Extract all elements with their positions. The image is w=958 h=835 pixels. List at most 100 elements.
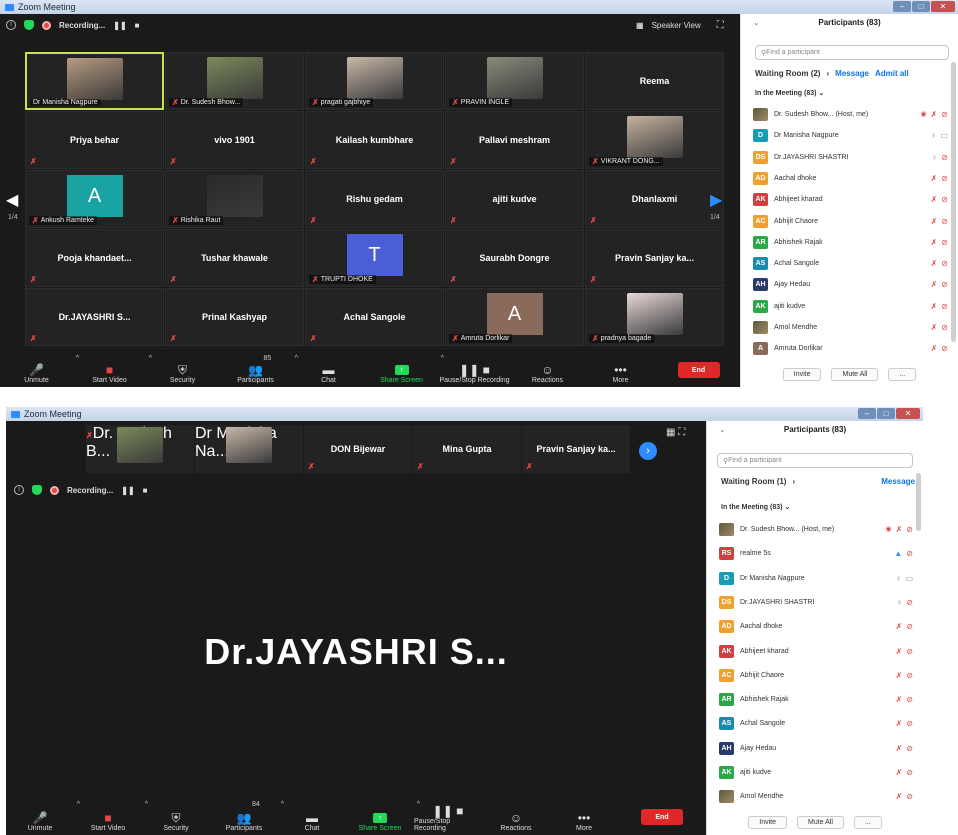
participant-tile[interactable]: ✗ pragati gajbhiye: [305, 52, 444, 110]
maximize-button[interactable]: □: [912, 1, 930, 12]
participant-list-item[interactable]: D Dr Manisha Nagpure ♀ ▭: [707, 571, 923, 585]
participant-tile[interactable]: A ✗ Ankush Ramteke: [25, 170, 164, 228]
invite-button[interactable]: Invite: [782, 368, 822, 381]
participant-list-item[interactable]: Dr. Sudesh Bhow... (Host, me) ◉ ✗ ⊘: [741, 108, 958, 121]
thumbnail-tile[interactable]: ✗Dr. Sudesh B...: [86, 425, 194, 473]
mute-all-button[interactable]: Mute All: [796, 816, 844, 829]
chevron-down-icon[interactable]: ⌄: [782, 504, 790, 511]
participant-tile[interactable]: vivo 1901 ✗: [165, 111, 304, 169]
panel-scrollbar[interactable]: [916, 473, 921, 531]
maximize-button[interactable]: □: [877, 408, 895, 419]
participant-list-item[interactable]: D Dr Manisha Nagpure ♀ ▭: [741, 129, 958, 143]
stop-recording-icon[interactable]: ■: [135, 21, 140, 30]
participant-tile[interactable]: Dhanlaxmi ✗: [585, 170, 724, 228]
in-meeting-header[interactable]: In the Meeting (83) ⌄: [721, 503, 790, 511]
participant-list-item[interactable]: AK Abhijeet kharad ✗ ⊘: [741, 193, 958, 207]
participant-tile[interactable]: ✗ PRAVIN INGLE: [445, 52, 584, 110]
security-button[interactable]: ⛨ Security: [142, 799, 210, 835]
participant-tile[interactable]: Pallavi meshram ✗: [445, 111, 584, 169]
fullscreen-icon[interactable]: ⛶: [717, 20, 724, 31]
participant-list-item[interactable]: Amol Mendhe ✗ ⊘: [741, 321, 958, 334]
panel-scrollbar[interactable]: [951, 62, 956, 342]
share-screen-button[interactable]: ↑ ^ Share Screen: [346, 799, 420, 835]
participant-list-item[interactable]: AK ajiti kudve ✗ ⊘: [707, 766, 923, 779]
thumbnail-tile[interactable]: Pravin Sanjay ka... ✗: [522, 425, 630, 473]
participant-tile[interactable]: Kailash kumbhare ✗: [305, 111, 444, 169]
participant-list-item[interactable]: AC Abhijit Chaore ✗ ⊘: [707, 668, 923, 682]
waiting-room-label[interactable]: Waiting Room (2): [755, 69, 820, 78]
close-button[interactable]: ✕: [931, 1, 955, 12]
thumbnail-tile[interactable]: DON Bijewar ✗: [304, 425, 412, 473]
participant-tile[interactable]: ✗ pradnya bagade: [585, 288, 724, 346]
collapse-chevron-icon[interactable]: ⌄: [719, 425, 726, 434]
message-waiting-room-link[interactable]: Message: [881, 477, 915, 486]
participant-tile[interactable]: ✗ VIKRANT DONG...: [585, 111, 724, 169]
participant-list-item[interactable]: AR Abhishek Rajak ✗ ⊘: [707, 693, 923, 707]
thumbnail-tile[interactable]: Mina Gupta ✗: [413, 425, 521, 473]
participant-list-item[interactable]: AR Abhishek Rajak ✗ ⊘: [741, 235, 958, 249]
participant-list-item[interactable]: RS realme 5s ▲ ⊘: [707, 547, 923, 561]
participant-list-item[interactable]: Dr. Sudesh Bhow... (Host, me) ◉ ✗ ⊘: [707, 523, 923, 536]
participant-tile[interactable]: Dr Manisha Nagpure: [25, 52, 164, 110]
participant-list-item[interactable]: Amol Mendhe ✗ ⊘: [707, 790, 923, 804]
participant-list-item[interactable]: AH Ajay Hedau ✗ ⊘: [741, 278, 958, 292]
participant-tile[interactable]: Dr.JAYASHRI S... ✗: [25, 288, 164, 346]
admit-all-link[interactable]: Admit all: [875, 69, 909, 78]
participant-tile[interactable]: ✗ Rishika Raut: [165, 170, 304, 228]
participant-tile[interactable]: Rishu gedam ✗: [305, 170, 444, 228]
next-thumbnails-button[interactable]: ›: [639, 442, 657, 460]
participants-button[interactable]: 👥 84 ^ Participants: [210, 799, 284, 835]
participant-list-item[interactable]: AS Achal Sangole ✗ ⊘: [707, 717, 923, 731]
participants-button[interactable]: 👥 85 ^ Participants: [219, 353, 298, 387]
participant-tile[interactable]: Priya behar ✗: [25, 111, 164, 169]
pause-stop-recording-button[interactable]: ❚❚ ■ Pause/Stop Recording: [438, 353, 511, 387]
participant-list-item[interactable]: AK Abhijeet kharad ✗ ⊘: [707, 644, 923, 658]
close-button[interactable]: ✕: [896, 408, 920, 419]
participant-list-item[interactable]: AS Achal Sangole ✗ ⊘: [741, 257, 958, 271]
next-page-arrow-icon[interactable]: ▶: [710, 190, 722, 210]
more-options-button[interactable]: ...: [853, 816, 882, 829]
participant-tile[interactable]: ✗ Dr. Sudesh Bhow...: [165, 52, 304, 110]
reactions-button[interactable]: ☺ Reactions: [482, 799, 550, 835]
encryption-shield-icon[interactable]: [24, 20, 34, 30]
more-options-button[interactable]: ...: [888, 368, 917, 381]
collapse-chevron-icon[interactable]: ⌄: [753, 18, 760, 27]
end-meeting-button[interactable]: End: [677, 362, 720, 378]
participant-tile[interactable]: Achal Sangole ✗: [305, 288, 444, 346]
minimize-button[interactable]: –: [858, 408, 876, 419]
mute-all-button[interactable]: Mute All: [831, 368, 879, 381]
participant-tile[interactable]: Pravin Sanjay ka... ✗: [585, 229, 724, 287]
participant-search-input[interactable]: ⚲ Find a participant: [717, 453, 913, 468]
start-video-button[interactable]: ■ ^ Start Video: [74, 799, 148, 835]
waiting-room-label[interactable]: Waiting Room (1): [721, 477, 786, 486]
unmute-button[interactable]: 🎤 ^ Unmute: [6, 799, 80, 835]
security-button[interactable]: ⛨ Security: [146, 353, 219, 387]
participant-tile[interactable]: Reema: [585, 52, 724, 110]
participant-tile[interactable]: Prinal Kashyap ✗: [165, 288, 304, 346]
start-video-button[interactable]: ■ ^ Start Video: [73, 353, 152, 387]
share-screen-button[interactable]: ↑ ^ Share Screen: [365, 353, 444, 387]
more-button[interactable]: ••• More: [550, 799, 618, 835]
end-meeting-button[interactable]: End: [641, 809, 683, 825]
minimize-button[interactable]: –: [893, 1, 911, 12]
participant-list-item[interactable]: AK ajiti kudve ✗ ⊘: [741, 299, 958, 313]
participant-tile[interactable]: ajiti kudve ✗: [445, 170, 584, 228]
chevron-right-icon[interactable]: ›: [792, 477, 795, 486]
pause-recording-icon[interactable]: ❚❚: [121, 486, 134, 495]
pause-recording-icon[interactable]: ❚❚: [113, 21, 126, 30]
more-button[interactable]: ••• More: [584, 353, 657, 387]
speaker-view-control[interactable]: ▦ Speaker View ⛶: [636, 20, 724, 31]
stop-recording-icon[interactable]: ■: [143, 486, 148, 495]
unmute-button[interactable]: 🎤 ^ Unmute: [0, 353, 79, 387]
encryption-shield-icon[interactable]: [32, 485, 42, 495]
gallery-view-icon[interactable]: ▦ ⛶: [666, 427, 685, 438]
participant-list-item[interactable]: AH Ajay Hedau ✗ ⊘: [707, 741, 923, 755]
message-waiting-room-link[interactable]: Message: [835, 69, 869, 78]
pause-stop-recording-button[interactable]: ❚❚ ■ Pause/Stop Recording: [414, 799, 482, 835]
participant-tile[interactable]: A ✗ Amruta Dorlikar: [445, 288, 584, 346]
chevron-down-icon[interactable]: ⌄: [816, 90, 824, 97]
in-meeting-header[interactable]: In the Meeting (83) ⌄: [755, 89, 824, 97]
chevron-right-icon[interactable]: ›: [826, 69, 829, 78]
chat-button[interactable]: ▬ Chat: [292, 353, 365, 387]
participant-list-item[interactable]: A Amruta Dorlikar ✗ ⊘: [741, 342, 958, 356]
